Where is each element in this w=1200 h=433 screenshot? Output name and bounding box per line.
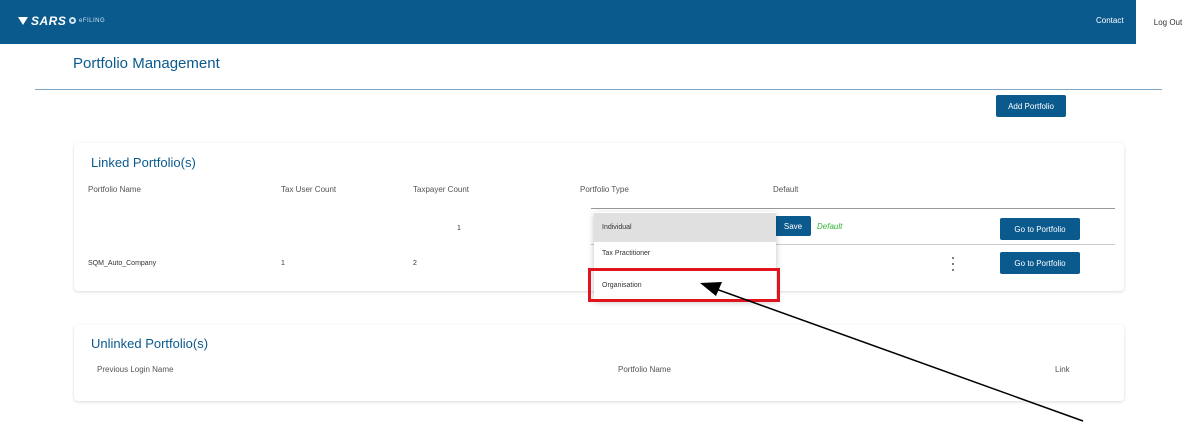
column-header-default: Default [773, 185, 799, 194]
go-to-portfolio-button-row-1[interactable]: Go to Portfolio [1000, 218, 1080, 240]
linked-portfolios-title: Linked Portfolio(s) [91, 155, 196, 170]
column-header-previous-login-name: Previous Login Name [97, 365, 174, 374]
column-header-tax-user-count: Tax User Count [281, 185, 337, 194]
go-to-portfolio-button-row-2[interactable]: Go to Portfolio [1000, 252, 1080, 274]
unlinked-portfolios-card [74, 325, 1124, 401]
efiling-icon [69, 17, 76, 24]
unlinked-portfolios-title: Unlinked Portfolio(s) [91, 336, 209, 351]
row-2-portfolio-name: SQM_Auto_Company [88, 260, 157, 267]
sars-logo-icon [18, 17, 28, 25]
contact-link[interactable]: Contact [1096, 16, 1124, 25]
page-title: Portfolio Management [73, 55, 220, 72]
editing-row-divider [591, 208, 1115, 209]
dropdown-option-individual[interactable]: Individual [594, 213, 776, 242]
add-portfolio-button[interactable]: Add Portfolio [996, 95, 1066, 117]
more-options-icon[interactable] [950, 257, 956, 271]
save-button[interactable]: Save [775, 216, 811, 236]
column-header-unlinked-portfolio-name: Portfolio Name [618, 365, 671, 374]
title-divider [35, 89, 1162, 90]
column-header-link: Link [1055, 365, 1070, 374]
sars-logo[interactable]: SARS [18, 14, 66, 28]
highlight-box-organisation [588, 268, 780, 302]
product-name: eFILING [79, 17, 106, 24]
efiling-logo: eFILING [69, 17, 105, 24]
row-2-taxpayer-count: 2 [413, 260, 417, 267]
dropdown-option-tax-practitioner[interactable]: Tax Practitioner [594, 242, 776, 271]
row-2-tax-user-count: 1 [281, 260, 285, 267]
column-header-portfolio-type: Portfolio Type [580, 185, 629, 194]
column-header-taxpayer-count: Taxpayer Count [413, 185, 470, 194]
default-label: Default [817, 222, 843, 231]
logout-button[interactable]: Log Out [1136, 0, 1200, 44]
column-header-portfolio-name: Portfolio Name [88, 185, 141, 194]
row-1-taxpayer-count: 1 [457, 225, 461, 232]
brand-name: SARS [31, 14, 67, 28]
top-navbar: SARS eFILING Contact Log Out [0, 0, 1200, 44]
